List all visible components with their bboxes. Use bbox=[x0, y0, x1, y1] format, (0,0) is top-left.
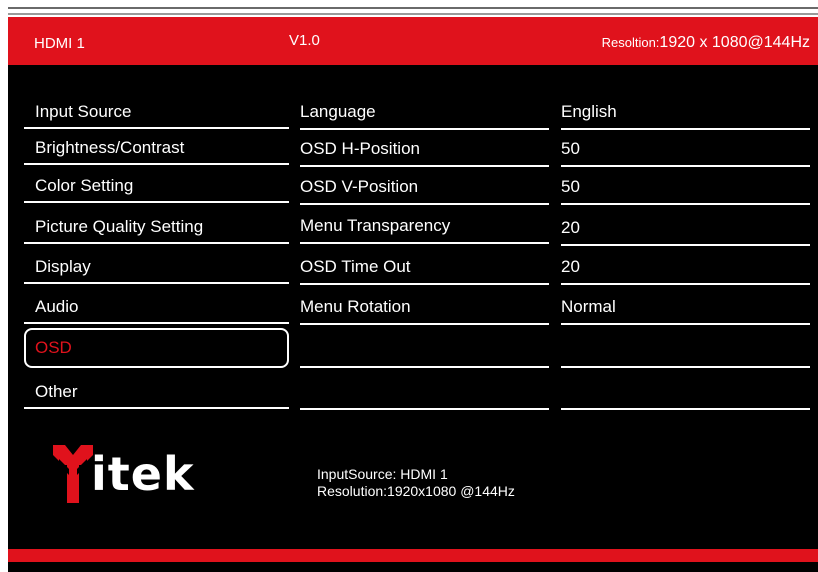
setting-value: 50 bbox=[561, 177, 580, 196]
setting-osd-v-position[interactable]: OSD V-Position bbox=[300, 169, 549, 205]
setting-empty-row bbox=[300, 332, 549, 368]
brand-logo: itek bbox=[53, 445, 194, 508]
setting-osd-time-out[interactable]: OSD Time Out bbox=[300, 249, 549, 285]
divider bbox=[561, 408, 810, 410]
menu-item-label: Display bbox=[35, 257, 91, 276]
header-resolution: Resoltion:1920 x 1080@144Hz bbox=[602, 34, 810, 52]
setting-value: English bbox=[561, 102, 617, 121]
setting-language[interactable]: Language bbox=[300, 94, 549, 130]
value-menu-rotation[interactable]: Normal bbox=[561, 289, 810, 325]
divider bbox=[300, 323, 549, 325]
value-language[interactable]: English bbox=[561, 94, 810, 130]
divider bbox=[561, 128, 810, 130]
setting-value: 20 bbox=[561, 218, 580, 237]
value-empty-row bbox=[561, 374, 810, 410]
divider bbox=[561, 203, 810, 205]
menu-item-label: OSD bbox=[35, 338, 72, 357]
setting-menu-rotation[interactable]: Menu Rotation bbox=[300, 289, 549, 325]
setting-label: Language bbox=[300, 102, 376, 121]
logo-mark-icon bbox=[53, 445, 93, 503]
setting-label: Menu Transparency bbox=[300, 216, 451, 235]
info-input-source: InputSource: HDMI 1 bbox=[317, 466, 448, 482]
menu-item-osd[interactable]: OSD bbox=[24, 328, 289, 368]
info-resolution: Resolution:1920x1080 @144Hz bbox=[317, 483, 515, 499]
divider bbox=[300, 283, 549, 285]
status-info: InputSource: HDMI 1 Resolution:1920x1080… bbox=[317, 466, 515, 500]
menu-item-label: Picture Quality Setting bbox=[35, 217, 204, 236]
menu-item-other[interactable]: Other bbox=[24, 373, 289, 409]
menu-item-audio[interactable]: Audio bbox=[24, 288, 289, 324]
divider bbox=[24, 242, 289, 244]
osd-menu: HDMI 1 V1.0 Resoltion:1920 x 1080@144Hz … bbox=[8, 17, 818, 572]
menu-item-display[interactable]: Display bbox=[24, 248, 289, 284]
divider bbox=[561, 165, 810, 167]
setting-empty-row bbox=[300, 374, 549, 410]
divider bbox=[561, 283, 810, 285]
divider bbox=[300, 366, 549, 368]
osd-header-bar: HDMI 1 V1.0 Resoltion:1920 x 1080@144Hz bbox=[8, 17, 818, 65]
header-resolution-value: 1920 x 1080@144Hz bbox=[659, 34, 810, 51]
menu-item-label: Brightness/Contrast bbox=[35, 138, 185, 157]
header-version: V1.0 bbox=[289, 32, 320, 49]
top-border-line-2 bbox=[8, 13, 818, 15]
divider bbox=[561, 323, 810, 325]
menu-item-label: Color Setting bbox=[35, 176, 134, 195]
setting-label: OSD H-Position bbox=[300, 139, 420, 158]
divider bbox=[300, 203, 549, 205]
divider bbox=[24, 322, 289, 324]
header-resolution-label: Resoltion: bbox=[601, 35, 660, 50]
value-empty-row bbox=[561, 332, 810, 368]
menu-item-label: Input Source bbox=[35, 102, 132, 121]
value-osd-h-position[interactable]: 50 bbox=[561, 131, 810, 167]
setting-value: Normal bbox=[561, 297, 616, 316]
menu-item-label: Other bbox=[35, 382, 78, 401]
setting-label: OSD V-Position bbox=[300, 177, 419, 196]
menu-item-picture-quality[interactable]: Picture Quality Setting bbox=[24, 208, 289, 244]
divider bbox=[561, 244, 810, 246]
divider bbox=[300, 165, 549, 167]
divider bbox=[24, 201, 289, 203]
header-input-source: HDMI 1 bbox=[34, 35, 85, 52]
value-osd-time-out[interactable]: 20 bbox=[561, 249, 810, 285]
value-menu-transparency[interactable]: 20 bbox=[561, 210, 810, 246]
divider bbox=[24, 407, 289, 409]
value-osd-v-position[interactable]: 50 bbox=[561, 169, 810, 205]
setting-menu-transparency[interactable]: Menu Transparency bbox=[300, 208, 549, 244]
setting-label: OSD Time Out bbox=[300, 257, 411, 276]
divider bbox=[300, 408, 549, 410]
menu-item-color-setting[interactable]: Color Setting bbox=[24, 167, 289, 203]
setting-value: 50 bbox=[561, 139, 580, 158]
divider bbox=[24, 282, 289, 284]
setting-osd-h-position[interactable]: OSD H-Position bbox=[300, 131, 549, 167]
setting-label: Menu Rotation bbox=[300, 297, 411, 316]
divider bbox=[300, 128, 549, 130]
osd-footer-bar bbox=[8, 549, 818, 562]
logo-wordmark: itek bbox=[91, 447, 195, 501]
top-border-line bbox=[8, 7, 818, 9]
divider bbox=[561, 366, 810, 368]
divider bbox=[24, 163, 289, 165]
menu-item-brightness-contrast[interactable]: Brightness/Contrast bbox=[24, 129, 289, 165]
divider bbox=[300, 242, 549, 244]
menu-item-input-source[interactable]: Input Source bbox=[24, 93, 289, 129]
menu-item-label: Audio bbox=[35, 297, 79, 316]
setting-value: 20 bbox=[561, 257, 580, 276]
